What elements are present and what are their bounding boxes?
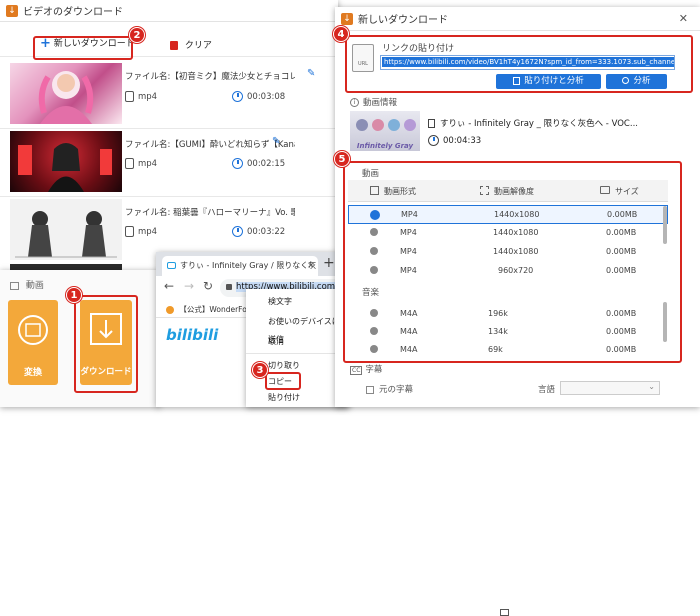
document-icon — [428, 119, 435, 128]
clock-icon — [428, 135, 439, 146]
step-1-badge: 1 — [66, 287, 82, 303]
bilibili-logo[interactable]: bilibili — [166, 326, 218, 344]
thumbnail-art-1 — [38, 71, 94, 124]
language-label: 言語 — [538, 385, 556, 395]
convert-button[interactable]: 変換 — [8, 300, 58, 385]
trash-icon — [170, 41, 178, 50]
new-download-title: 新しいダウンロード — [358, 15, 448, 26]
download-list-titlebar: ↓ ビデオのダウンロード — [0, 0, 338, 22]
item-2-filename: ファイル名:【GUMI】酔いどれ知らず【Kanaria】 — [125, 140, 295, 150]
video-thumbnail-1 — [10, 63, 122, 124]
video-section-icon — [10, 281, 19, 290]
divider — [0, 128, 335, 129]
browser-tab[interactable]: すりぃ - Infinitely Gray / 限りなく灰 ✕ — [162, 256, 318, 276]
download-list-title: ビデオのダウンロード — [23, 7, 123, 18]
reload-icon[interactable]: ↻ — [203, 279, 213, 293]
video-thumbnail-2 — [10, 131, 122, 192]
browser-tab-title: すりぃ - Infinitely Gray / 限りなく灰 — [180, 261, 317, 270]
clear-label: クリア — [184, 41, 212, 51]
file-format-icon — [125, 91, 134, 102]
step-3-badge: 3 — [252, 362, 268, 378]
step-2-highlight — [33, 36, 133, 60]
thumbnail-art-info — [356, 119, 416, 131]
new-tab-button[interactable]: + — [323, 255, 335, 271]
tv-icon — [167, 262, 176, 269]
menu-item-lookup[interactable]: 検文字 — [246, 293, 346, 311]
menu-item-send-device[interactable]: お使いのデバイスに送信 — [246, 313, 346, 344]
clock-icon — [232, 226, 243, 237]
clock-icon — [232, 91, 243, 102]
item-1-filename: ファイル名:【初音ミク】魔法少女とチョコレゐト【ピノキオピー】 — [125, 72, 295, 82]
step-3-highlight — [265, 372, 301, 390]
step-1-highlight — [74, 295, 138, 393]
close-icon[interactable]: ✕ — [307, 256, 314, 276]
divider — [0, 196, 335, 197]
back-icon[interactable]: ← — [164, 279, 174, 293]
video-thumbnail-3 — [10, 199, 122, 260]
file-format-icon — [125, 226, 134, 237]
original-subtitle-option[interactable]: 元の字幕 — [366, 383, 413, 395]
converter-section-label: 動画 — [25, 281, 44, 291]
clear-button[interactable]: クリア — [170, 38, 212, 51]
film-icon — [18, 315, 48, 345]
video-duration: 00:04:33 — [428, 135, 481, 146]
item-1-duration: 00:03:08 — [232, 91, 285, 102]
forward-icon[interactable]: → — [184, 279, 194, 293]
thumbnail-caption: Infinitely Gray — [356, 142, 414, 150]
checkbox[interactable] — [366, 385, 374, 394]
step-4-highlight — [345, 35, 693, 93]
file-format-icon — [125, 158, 134, 169]
close-window-button[interactable]: ✕ — [679, 12, 688, 25]
cc-icon: CC — [350, 366, 363, 375]
edit-icon[interactable]: ✎ — [272, 136, 280, 147]
language-select[interactable]: ⌄ — [560, 381, 660, 395]
video-title: すりぃ - Infinitely Gray _ 限りなく灰色へ - VOC... — [428, 117, 638, 129]
clock-icon — [232, 158, 243, 169]
converter-header: 動画 — [10, 278, 44, 291]
info-icon: i — [350, 98, 359, 107]
item-3-format: mp4 — [125, 226, 157, 237]
step-5-highlight — [343, 161, 682, 363]
step-4-badge: 4 — [333, 26, 349, 42]
item-1-format: mp4 — [125, 91, 157, 102]
step-2-badge: 2 — [129, 27, 145, 43]
video-info-thumbnail: Infinitely Gray — [350, 111, 420, 151]
menu-item-undo[interactable]: 取消 — [246, 333, 346, 351]
thumbnail-art-3 — [15, 211, 117, 258]
app-icon: ↓ — [341, 12, 353, 25]
video-info-header: i 動画情報 — [350, 96, 397, 108]
item-3-duration: 00:03:22 — [232, 226, 285, 237]
step-5-badge: 5 — [334, 151, 350, 167]
device-icon — [500, 609, 509, 616]
item-2-duration: 00:02:15 — [232, 158, 285, 169]
new-download-titlebar: ↓ 新しいダウンロード ✕ — [335, 7, 700, 31]
item-3-filename: ファイル名: 稲葉曇『ハローマリーナ』Vo. 歌愛ユキ _初音ミク _ 稲葉曇 — [125, 208, 295, 218]
app-icon: ↓ — [6, 4, 18, 17]
convert-label: 変換 — [23, 368, 42, 378]
chevron-down-icon: ⌄ — [648, 382, 655, 391]
item-2-format: mp4 — [125, 158, 157, 169]
menu-item-paste[interactable]: 貼り付け — [246, 389, 346, 407]
subtitle-section-header: CC 字幕 — [350, 365, 383, 375]
edit-icon[interactable]: ✎ — [307, 68, 315, 79]
lock-icon — [226, 284, 232, 290]
thumbnail-art-2 — [18, 143, 112, 192]
bookmark-icon — [166, 306, 174, 314]
